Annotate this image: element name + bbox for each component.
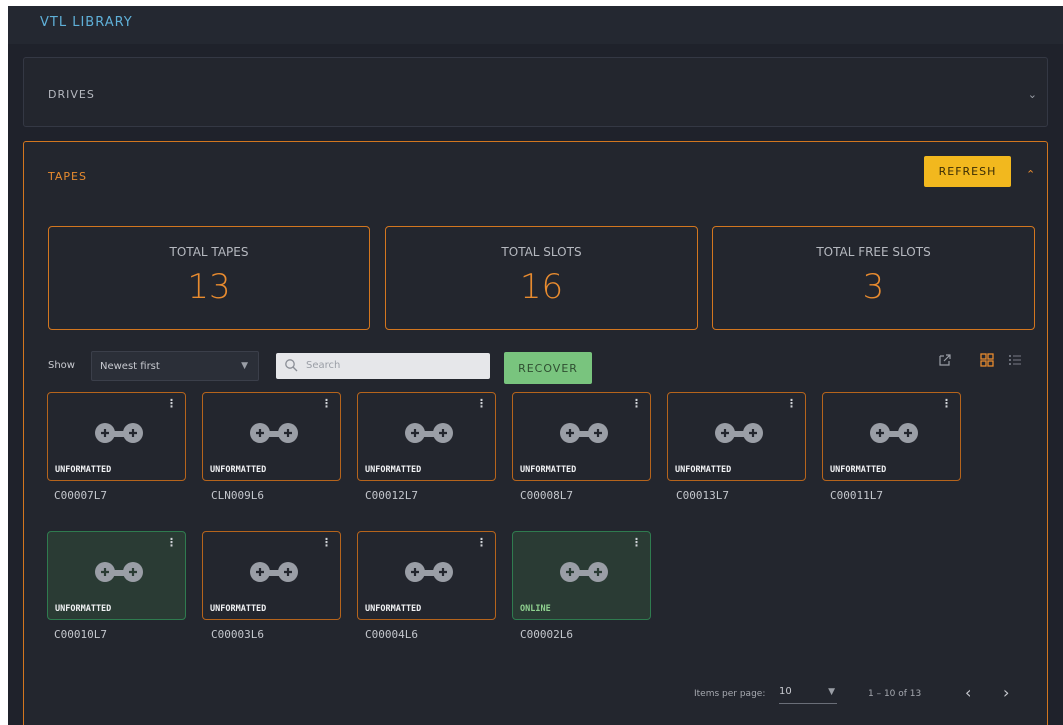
tape-card[interactable]: ⋮ ONLINE (512, 531, 651, 620)
stat-label: TOTAL TAPES (169, 245, 249, 259)
tape-id: C00010L7 (54, 628, 107, 641)
more-vert-icon[interactable]: ⋮ (321, 536, 332, 549)
items-per-page-value: 10 (779, 686, 792, 697)
cassette-icon (405, 423, 453, 443)
sort-select[interactable]: Newest first ▼ (91, 351, 259, 381)
caret-down-icon: ▼ (828, 687, 835, 697)
more-vert-icon[interactable]: ⋮ (631, 536, 642, 549)
more-vert-icon[interactable]: ⋮ (476, 536, 487, 549)
pagination-range: 1 – 10 of 13 (868, 689, 922, 699)
tape-id: C00007L7 (54, 489, 107, 502)
tape-status: UNFORMATTED (675, 465, 732, 475)
drives-panel[interactable]: DRIVES ⌄ (23, 57, 1048, 127)
list-view-icon[interactable] (1007, 352, 1023, 368)
export-icon[interactable] (937, 352, 953, 368)
tape-status: UNFORMATTED (55, 465, 112, 475)
cassette-icon (95, 562, 143, 582)
cassette-icon (405, 562, 453, 582)
items-per-page-label: Items per page: (694, 689, 766, 699)
tape-card[interactable]: ⋮ UNFORMATTED (512, 392, 651, 481)
stat-total-tapes: TOTAL TAPES 13 (48, 226, 370, 330)
tape-id: C00012L7 (365, 489, 418, 502)
app-window: VTL LIBRARY DRIVES ⌄ TAPES REFRESH ⌃ TOT… (8, 6, 1063, 725)
more-vert-icon[interactable]: ⋮ (321, 397, 332, 410)
grid-view-icon[interactable] (979, 352, 995, 368)
more-vert-icon[interactable]: ⋮ (166, 397, 177, 410)
more-vert-icon[interactable]: ⋮ (941, 397, 952, 410)
tape-card[interactable]: ⋮ UNFORMATTED (202, 531, 341, 620)
tape-status: UNFORMATTED (365, 604, 422, 614)
tape-status: UNFORMATTED (210, 604, 267, 614)
tape-id: C00004L6 (365, 628, 418, 641)
cassette-icon (870, 423, 918, 443)
cassette-icon (715, 423, 763, 443)
tape-id: CLN009L6 (211, 489, 264, 502)
cassette-icon (250, 562, 298, 582)
chevron-down-icon[interactable]: ⌄ (1028, 88, 1037, 101)
search-icon (285, 359, 298, 372)
cassette-icon (95, 423, 143, 443)
cassette-icon (560, 562, 608, 582)
refresh-button[interactable]: REFRESH (924, 156, 1011, 187)
tape-status: UNFORMATTED (520, 465, 577, 475)
stat-value: 3 (862, 267, 885, 307)
show-label: Show (48, 360, 75, 371)
tape-card[interactable]: ⋮ UNFORMATTED (357, 392, 496, 481)
tapes-panel-title: TAPES (48, 170, 87, 183)
stat-total-free-slots: TOTAL FREE SLOTS 3 (712, 226, 1035, 330)
tape-status: UNFORMATTED (365, 465, 422, 475)
stat-label: TOTAL FREE SLOTS (816, 245, 931, 259)
tape-id: C00013L7 (676, 489, 729, 502)
tape-card[interactable]: ⋮ UNFORMATTED (822, 392, 961, 481)
tapes-panel: TAPES REFRESH ⌃ TOTAL TAPES 13 TOTAL SLO… (23, 141, 1048, 725)
stat-total-slots: TOTAL SLOTS 16 (385, 226, 698, 330)
tape-status: ONLINE (520, 604, 551, 614)
tape-status: UNFORMATTED (210, 465, 267, 475)
more-vert-icon[interactable]: ⋮ (786, 397, 797, 410)
tape-status: UNFORMATTED (55, 604, 112, 614)
search-placeholder: Search (306, 360, 341, 371)
more-vert-icon[interactable]: ⋮ (631, 397, 642, 410)
tape-card[interactable]: ⋮ UNFORMATTED (357, 531, 496, 620)
top-bar: VTL LIBRARY (8, 6, 1063, 44)
cassette-icon (560, 423, 608, 443)
cassette-icon (250, 423, 298, 443)
tape-id: C00002L6 (520, 628, 573, 641)
caret-down-icon: ▼ (241, 361, 248, 371)
tape-card[interactable]: ⋮ UNFORMATTED (667, 392, 806, 481)
tape-id: C00008L7 (520, 489, 573, 502)
tape-card[interactable]: ⋮ UNFORMATTED (47, 531, 186, 620)
chevron-up-icon[interactable]: ⌃ (1026, 168, 1035, 181)
tape-id: C00011L7 (830, 489, 883, 502)
drives-panel-title: DRIVES (48, 88, 95, 101)
stat-value: 16 (519, 267, 564, 307)
stat-label: TOTAL SLOTS (501, 245, 582, 259)
tape-status: UNFORMATTED (830, 465, 887, 475)
chevron-right-icon[interactable]: › (1003, 683, 1009, 702)
chevron-left-icon[interactable]: ‹ (965, 683, 971, 702)
tape-id: C00003L6 (211, 628, 264, 641)
search-input[interactable]: Search (276, 353, 490, 379)
page-title: VTL LIBRARY (40, 15, 133, 30)
recover-button[interactable]: RECOVER (504, 352, 592, 384)
tape-card[interactable]: ⋮ UNFORMATTED (47, 392, 186, 481)
tape-card[interactable]: ⋮ UNFORMATTED (202, 392, 341, 481)
more-vert-icon[interactable]: ⋮ (476, 397, 487, 410)
stat-value: 13 (187, 267, 231, 307)
more-vert-icon[interactable]: ⋮ (166, 536, 177, 549)
items-per-page-select[interactable]: 10 ▼ (779, 686, 837, 704)
sort-select-value: Newest first (100, 361, 160, 372)
